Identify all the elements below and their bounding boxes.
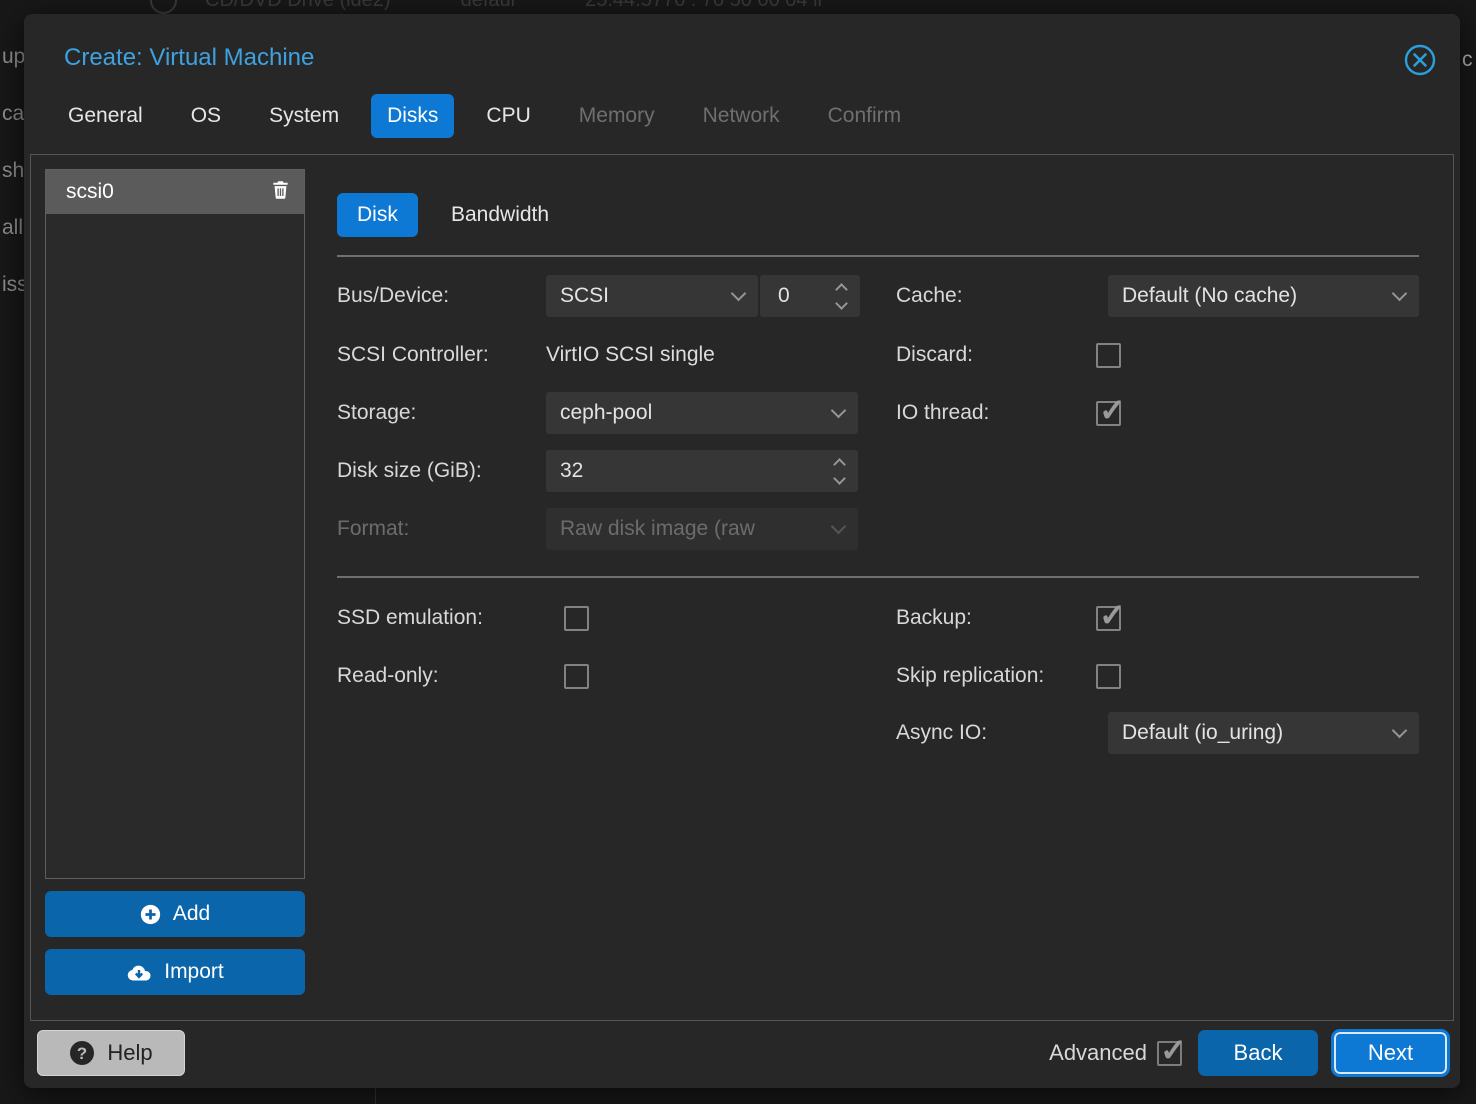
spinner-arrows-icon[interactable] [837,285,846,308]
tab-network: Network [687,94,796,138]
skip-replication-label: Skip replication: [896,655,1044,697]
scsi-controller-label: SCSI Controller: [337,334,489,376]
bus-device-number-stepper[interactable]: 0 [760,275,860,317]
background-text: CD/DVD Drive (ide2) [205,0,391,12]
wizard-tabbar: General OS System Disks CPU Memory Netwo… [52,94,917,138]
background-text: c [1462,48,1473,72]
scsi-controller-value: VirtIO SCSI single [546,334,715,376]
list-item-scsi0[interactable]: scsi0 [46,170,304,214]
backup-checkbox[interactable] [1096,606,1121,631]
storage-select[interactable]: ceph-pool [546,392,858,434]
spinner-arrows-icon[interactable] [835,460,844,483]
chevron-down-icon [831,402,847,418]
create-vm-dialog: Create: Virtual Machine General OS Syste… [24,14,1460,1088]
discard-label: Discard: [896,334,973,376]
plus-circle-icon [140,904,161,925]
dialog-footer: ? Help Advanced Back Next [24,1030,1460,1076]
background-text: all [2,216,23,240]
async-io-label: Async IO: [896,712,987,754]
divider [337,576,1419,578]
background-text: 25.44.5776 . 70 50 00 04 ll [585,0,822,12]
tab-os[interactable]: OS [175,94,237,138]
chevron-down-icon [731,285,747,301]
bus-device-select[interactable]: SCSI [546,275,758,317]
divider [337,255,1419,257]
question-circle-icon: ? [69,1040,95,1066]
tab-disks[interactable]: Disks [371,94,454,138]
tab-memory: Memory [563,94,671,138]
disk-size-stepper[interactable]: 32 [546,450,858,492]
disks-panel: scsi0 Add [30,154,1454,1021]
background-divider [375,1088,376,1104]
tab-system[interactable]: System [253,94,355,138]
background-text: ca [2,102,24,126]
next-button[interactable]: Next [1334,1032,1447,1074]
chevron-down-icon [1392,722,1408,738]
back-button[interactable]: Back [1198,1030,1318,1076]
ssd-emulation-label: SSD emulation: [337,597,483,639]
screen: CD/DVD Drive (ide2) defaul 25.44.5776 . … [0,0,1476,1104]
io-thread-checkbox[interactable] [1096,401,1121,426]
ssd-emulation-checkbox[interactable] [564,606,589,631]
background-text: sh [2,159,24,183]
read-only-checkbox[interactable] [564,664,589,689]
background-text: up [2,45,25,69]
bus-device-label: Bus/Device: [337,275,449,317]
advanced-label: Advanced [1049,1040,1147,1066]
format-label: Format: [337,508,409,550]
tab-general[interactable]: General [52,94,159,138]
radio-icon [150,0,177,14]
storage-label: Storage: [337,392,416,434]
tab-cpu[interactable]: CPU [470,94,546,138]
subtab-disk[interactable]: Disk [337,193,418,237]
device-label: scsi0 [66,180,271,204]
background-row: CD/DVD Drive (ide2) defaul 25.44.5776 . … [150,0,892,15]
help-button[interactable]: ? Help [37,1030,185,1076]
backup-label: Backup: [896,597,972,639]
discard-checkbox[interactable] [1096,343,1121,368]
close-icon[interactable] [1402,42,1438,78]
io-thread-label: IO thread: [896,392,989,434]
cache-label: Cache: [896,275,963,317]
advanced-checkbox[interactable] [1157,1041,1182,1066]
skip-replication-checkbox[interactable] [1096,664,1121,689]
tab-confirm: Confirm [812,94,918,138]
cache-select[interactable]: Default (No cache) [1108,275,1419,317]
add-button[interactable]: Add [45,891,305,937]
read-only-label: Read-only: [337,655,439,697]
format-select: Raw disk image (raw [546,508,858,550]
disk-size-label: Disk size (GiB): [337,450,482,492]
import-button[interactable]: Import [45,949,305,995]
chevron-down-icon [1392,285,1408,301]
device-list: scsi0 [45,169,305,879]
background-text: defaul [461,0,516,12]
trash-icon[interactable] [271,180,290,205]
dialog-title: Create: Virtual Machine [64,44,314,72]
svg-text:?: ? [77,1044,87,1063]
subtab-bandwidth[interactable]: Bandwidth [451,193,549,237]
async-io-select[interactable]: Default (io_uring) [1108,712,1419,754]
cloud-download-icon [126,963,152,982]
chevron-down-icon [831,518,847,534]
